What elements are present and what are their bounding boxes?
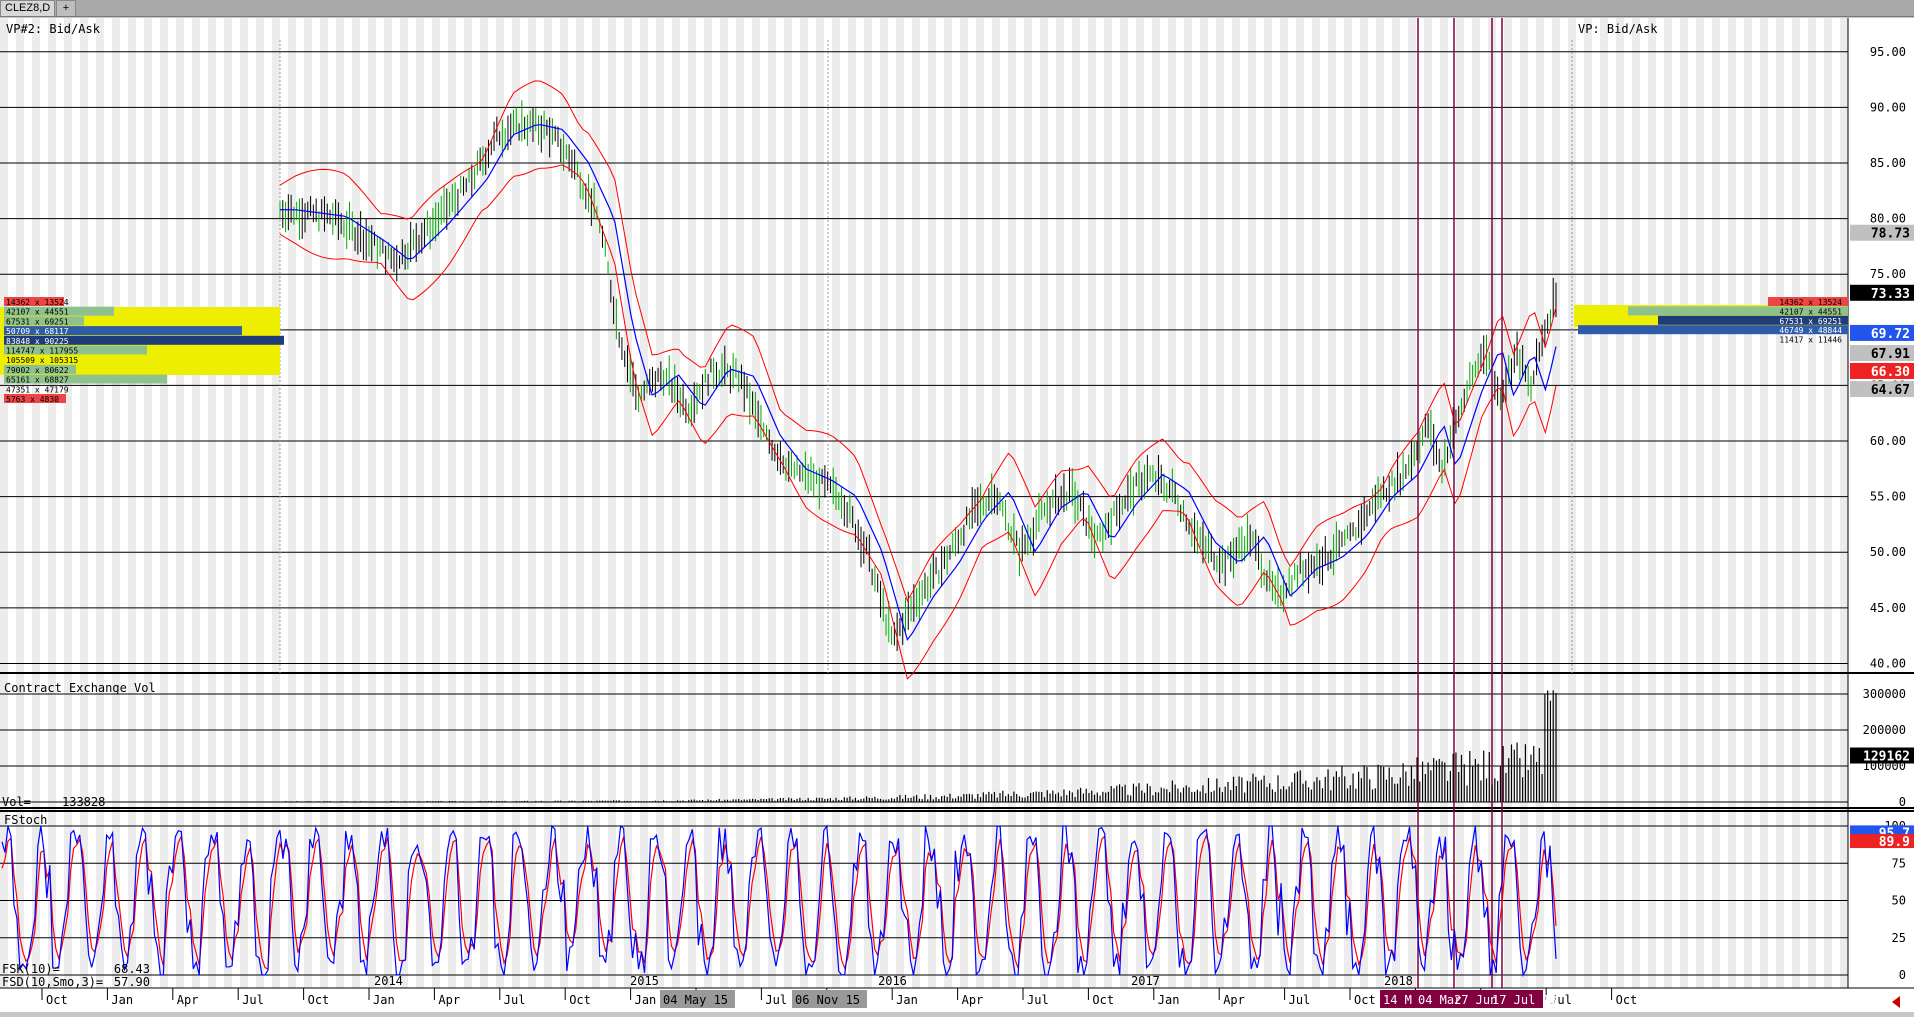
month-label: Jul [1027, 993, 1049, 1007]
stoch-tick-label: 75 [1892, 856, 1906, 870]
vp-left-label: 83848 x 90225 [6, 337, 69, 346]
add-tab-button[interactable]: + [56, 0, 76, 16]
vp-left-label: 65161 x 68827 [6, 376, 69, 385]
vp-right-label: 42107 x 44551 [1779, 307, 1842, 316]
price-tag-label: 73.33 [1871, 287, 1910, 302]
stoch-tick-label: 50 [1892, 894, 1906, 908]
month-label: Oct [308, 993, 330, 1007]
month-label: Apr [177, 993, 199, 1007]
price-tick-label: 55.00 [1870, 490, 1906, 504]
month-label: Jan [373, 993, 395, 1007]
month-label: Jul [504, 993, 526, 1007]
vp-left-label: 50709 x 68117 [6, 327, 69, 336]
volume-tick-label: 200000 [1863, 723, 1906, 737]
month-label: Jan [635, 993, 657, 1007]
price-tag-label: 66.30 [1871, 365, 1910, 380]
vp-right-title: VP: Bid/Ask [1578, 22, 1658, 36]
month-label: Jan [896, 993, 918, 1007]
month-label: Oct [1354, 993, 1376, 1007]
price-tick-label: 40.00 [1870, 656, 1906, 670]
volume-readout-value: 133828 [62, 795, 105, 809]
month-label: Apr [438, 993, 460, 1007]
price-tick-label: 95.00 [1870, 45, 1906, 59]
marker-date-label: 14 M [1383, 993, 1412, 1007]
stoch-d-label: FSD(10,Smo,3)= [2, 975, 103, 989]
vp-left-label: 114747 x 117955 [6, 347, 78, 356]
tab-bar: CLEZ8,D + [0, 0, 1914, 17]
vp-right-label: 14362 x 13524 [1779, 298, 1842, 307]
stoch-k-value: 68.43 [114, 962, 150, 976]
month-label: Oct [46, 993, 68, 1007]
highlight-date-label: 06 Nov 15 [795, 993, 860, 1007]
chart-canvas[interactable]: 14362 x 1352442107 x 4455167531 x 692515… [0, 18, 1914, 1012]
vp-left-label: 79002 x 80622 [6, 366, 69, 375]
vp-left-label: 47351 x 47179 [6, 385, 69, 394]
tab-chart[interactable]: CLEZ8,D [0, 0, 56, 16]
volume-readout-label: Vol= [2, 795, 31, 809]
stoch-k-label: FSK(10)= [2, 962, 60, 976]
price-tick-label: 45.00 [1870, 601, 1906, 615]
year-label: 2016 [878, 974, 907, 988]
marker-date-label: 17 Jul 18 [1492, 993, 1557, 1007]
price-tick-label: 75.00 [1870, 267, 1906, 281]
month-label: Oct [1092, 993, 1114, 1007]
month-label: Apr [962, 993, 984, 1007]
stoch-tick-label: 25 [1892, 931, 1906, 945]
month-label: Jul [765, 993, 787, 1007]
price-tag-label: 69.72 [1871, 327, 1910, 342]
month-label: Jul [1289, 993, 1311, 1007]
month-label: Oct [1616, 993, 1638, 1007]
month-label: Jul [242, 993, 264, 1007]
stoch-panel-title: FStoch [4, 813, 47, 827]
price-tag-label: 78.73 [1871, 227, 1910, 242]
year-label: 2015 [630, 974, 659, 988]
vp-left-title: VP#2: Bid/Ask [6, 22, 101, 36]
volume-tick-label: 0 [1899, 795, 1906, 809]
price-tag-label: 67.91 [1871, 347, 1910, 362]
price-tick-label: 80.00 [1870, 212, 1906, 226]
chart-area[interactable]: 14362 x 13524 42107 x 44551 67531 x 69251 5… [0, 18, 1914, 1012]
month-label: Jan [1158, 993, 1180, 1007]
stoch-tick-label: 0 [1899, 968, 1906, 982]
vp-right-label: 67531 x 69251 [1779, 317, 1842, 326]
price-tick-label: 90.00 [1870, 100, 1906, 114]
vp-left-label: 67531 x 69251 [6, 317, 69, 326]
price-tag-label: 64.67 [1871, 383, 1910, 398]
volume-panel-title: Contract Exchange Vol [4, 681, 156, 695]
stoch-d-value: 57.90 [114, 975, 150, 989]
month-label: Apr [1223, 993, 1245, 1007]
month-label: Oct [569, 993, 591, 1007]
vp-left-label: 14362 x 13524 [6, 298, 69, 307]
vp-right-label: 11417 x 11446 [1779, 336, 1842, 345]
month-label: Jan [111, 993, 133, 1007]
vp-left-label: 105509 x 105315 [6, 356, 78, 365]
scroll-left-icon [1892, 996, 1900, 1008]
price-tick-label: 85.00 [1870, 156, 1906, 170]
stoch-tag-label: 89.9 [1879, 835, 1910, 850]
marker-date-label: 27 Jun [1454, 993, 1497, 1007]
price-tick-label: 60.00 [1870, 434, 1906, 448]
price-tick-label: 50.00 [1870, 545, 1906, 559]
volume-tag-label: 129162 [1863, 750, 1910, 765]
vp-left-label: 5763 x 4830 [6, 395, 59, 404]
vp-right-label: 46749 x 48844 [1779, 326, 1842, 335]
year-label: 2017 [1131, 974, 1160, 988]
volume-tick-label: 300000 [1863, 687, 1906, 701]
highlight-date-label: 04 May 15 [663, 993, 728, 1007]
year-label: 2018 [1384, 974, 1413, 988]
vp-left-label: 42107 x 44551 [6, 308, 69, 317]
year-label: 2014 [374, 974, 403, 988]
